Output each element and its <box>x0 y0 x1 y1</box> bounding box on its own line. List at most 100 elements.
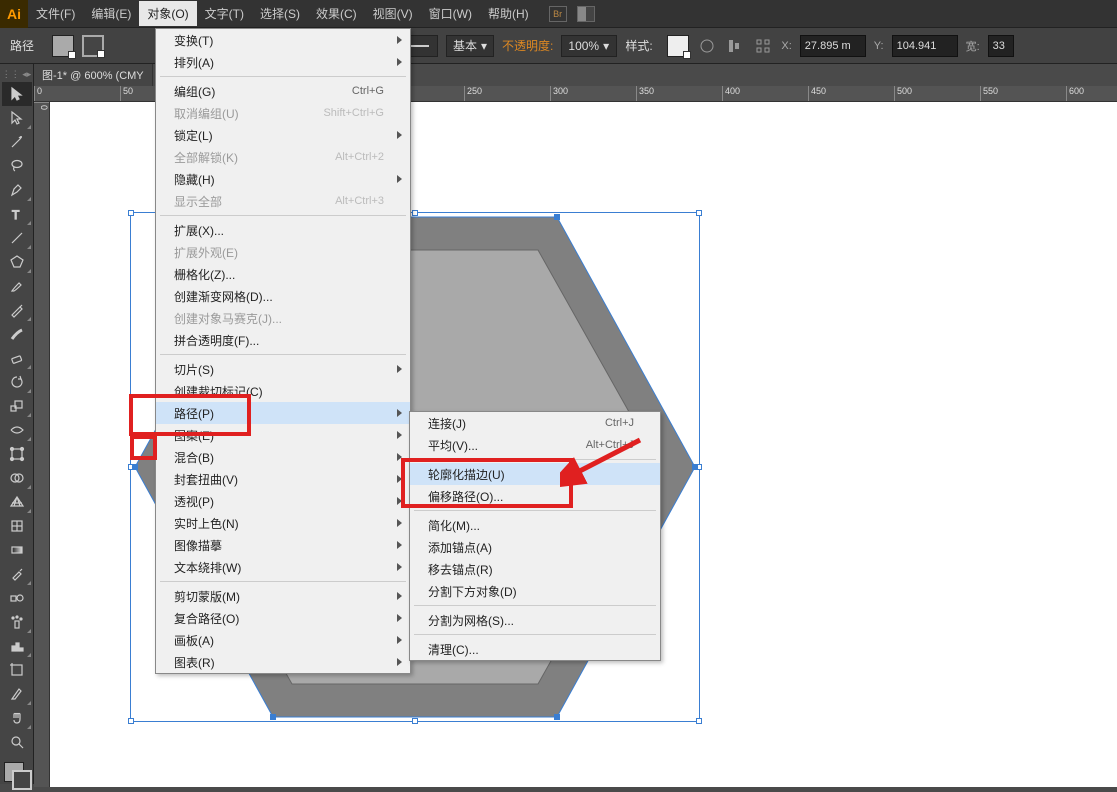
anchor-point[interactable] <box>554 214 560 220</box>
menu-item[interactable]: 变换(T) <box>156 29 410 51</box>
tool-zoom[interactable] <box>2 730 32 754</box>
tool-slice[interactable] <box>2 682 32 706</box>
tool-gradient[interactable] <box>2 538 32 562</box>
menu-item[interactable]: 实时上色(N) <box>156 512 410 534</box>
tool-symbol-sprayer[interactable] <box>2 610 32 634</box>
arrange-icon[interactable] <box>577 6 595 22</box>
stroke-swatch[interactable] <box>82 35 104 57</box>
menu-edit[interactable]: 编辑(E) <box>83 1 139 26</box>
opacity-label[interactable]: 不透明度: <box>502 37 553 54</box>
anchor-point[interactable] <box>270 714 276 720</box>
menu-item[interactable]: 剪切蒙版(M) <box>156 585 410 607</box>
tool-type[interactable]: T <box>2 202 32 226</box>
menu-type[interactable]: 文字(T) <box>197 1 252 26</box>
align-icon[interactable] <box>725 36 745 56</box>
selection-handle-tc[interactable] <box>412 210 418 216</box>
menu-item[interactable]: 创建裁切标记(C) <box>156 380 410 402</box>
menu-item[interactable]: 混合(B) <box>156 446 410 468</box>
toolbox-grip[interactable]: ⋮⋮ ◂▸ <box>0 68 33 80</box>
menu-item[interactable]: 透视(P) <box>156 490 410 512</box>
menu-item[interactable]: 创建渐变网格(D)... <box>156 285 410 307</box>
menu-item[interactable]: 平均(V)...Alt+Ctrl+J <box>410 434 660 456</box>
menu-item[interactable]: 图表(R) <box>156 651 410 673</box>
document-tab[interactable]: 图-1* @ 600% (CMY <box>34 64 153 86</box>
selection-handle-tl[interactable] <box>128 210 134 216</box>
fill-stroke-swatches[interactable] <box>0 762 33 792</box>
menu-object[interactable]: 对象(O) <box>139 1 196 26</box>
selection-handle-br[interactable] <box>696 718 702 724</box>
menu-item[interactable]: 清理(C)... <box>410 638 660 660</box>
menu-item[interactable]: 连接(J)Ctrl+J <box>410 412 660 434</box>
tool-pen[interactable] <box>2 178 32 202</box>
menu-item[interactable]: 隐藏(H) <box>156 168 410 190</box>
menu-item-label: 创建对象马赛克(J)... <box>174 310 282 327</box>
tool-artboard[interactable] <box>2 658 32 682</box>
menu-item[interactable]: 分割为网格(S)... <box>410 609 660 631</box>
menu-help[interactable]: 帮助(H) <box>480 1 537 26</box>
menu-item[interactable]: 栅格化(Z)... <box>156 263 410 285</box>
fill-swatch[interactable] <box>52 35 74 57</box>
tool-blob-brush[interactable] <box>2 322 32 346</box>
width-value[interactable]: 33 <box>988 35 1014 57</box>
menu-item[interactable]: 偏移路径(O)... <box>410 485 660 507</box>
tool-selection[interactable] <box>2 82 32 106</box>
menu-item[interactable]: 复合路径(O) <box>156 607 410 629</box>
tool-eraser[interactable] <box>2 346 32 370</box>
tool-rotate[interactable] <box>2 370 32 394</box>
tool-eyedropper[interactable] <box>2 562 32 586</box>
menu-item[interactable]: 锁定(L) <box>156 124 410 146</box>
brush-definition-dropdown[interactable]: 基本▾ <box>446 35 494 57</box>
tool-mesh[interactable] <box>2 514 32 538</box>
menu-file[interactable]: 文件(F) <box>28 1 83 26</box>
tool-pencil[interactable] <box>2 298 32 322</box>
tool-column-graph[interactable] <box>2 634 32 658</box>
menu-item[interactable]: 扩展(X)... <box>156 219 410 241</box>
menu-item[interactable]: 排列(A) <box>156 51 410 73</box>
x-value[interactable]: 27.895 m <box>800 35 866 57</box>
tool-rectangle[interactable] <box>2 250 32 274</box>
anchor-point[interactable] <box>692 464 698 470</box>
anchor-point[interactable] <box>132 464 138 470</box>
style-swatch[interactable] <box>667 35 689 57</box>
menu-item[interactable]: 编组(G)Ctrl+G <box>156 80 410 102</box>
y-value[interactable]: 104.941 <box>892 35 958 57</box>
menu-item[interactable]: 文本绕排(W) <box>156 556 410 578</box>
selection-handle-tr[interactable] <box>696 210 702 216</box>
tool-blend[interactable] <box>2 586 32 610</box>
tool-paintbrush[interactable] <box>2 274 32 298</box>
opacity-input[interactable]: 100%▾ <box>561 35 617 57</box>
tool-magic-wand[interactable] <box>2 130 32 154</box>
tool-line[interactable] <box>2 226 32 250</box>
selection-handle-bc[interactable] <box>412 718 418 724</box>
menu-effect[interactable]: 效果(C) <box>308 1 365 26</box>
menu-item[interactable]: 封套扭曲(V) <box>156 468 410 490</box>
anchor-point[interactable] <box>554 714 560 720</box>
menu-item[interactable]: 移去锚点(R) <box>410 558 660 580</box>
menu-item[interactable]: 分割下方对象(D) <box>410 580 660 602</box>
menu-item[interactable]: 图像描摹 <box>156 534 410 556</box>
bridge-icon[interactable]: Br <box>549 6 567 22</box>
menu-item[interactable]: 简化(M)... <box>410 514 660 536</box>
menu-view[interactable]: 视图(V) <box>365 1 421 26</box>
menu-item[interactable]: 切片(S) <box>156 358 410 380</box>
tool-free-transform[interactable] <box>2 442 32 466</box>
recolor-icon[interactable] <box>697 36 717 56</box>
menu-item[interactable]: 图案(E) <box>156 424 410 446</box>
menu-item[interactable]: 添加锚点(A) <box>410 536 660 558</box>
tool-hand[interactable] <box>2 706 32 730</box>
menu-item[interactable]: 路径(P) <box>156 402 410 424</box>
toolbox-stroke-color[interactable] <box>12 770 32 790</box>
menu-window[interactable]: 窗口(W) <box>421 1 480 26</box>
menu-item[interactable]: 轮廓化描边(U) <box>410 463 660 485</box>
tool-direct-selection[interactable] <box>2 106 32 130</box>
menu-item[interactable]: 拼合透明度(F)... <box>156 329 410 351</box>
transform-icon[interactable] <box>753 36 773 56</box>
tool-lasso[interactable] <box>2 154 32 178</box>
menu-select[interactable]: 选择(S) <box>252 1 308 26</box>
tool-scale[interactable] <box>2 394 32 418</box>
tool-width[interactable] <box>2 418 32 442</box>
menu-item[interactable]: 画板(A) <box>156 629 410 651</box>
selection-handle-bl[interactable] <box>128 718 134 724</box>
tool-perspective-grid[interactable] <box>2 490 32 514</box>
tool-shape-builder[interactable] <box>2 466 32 490</box>
